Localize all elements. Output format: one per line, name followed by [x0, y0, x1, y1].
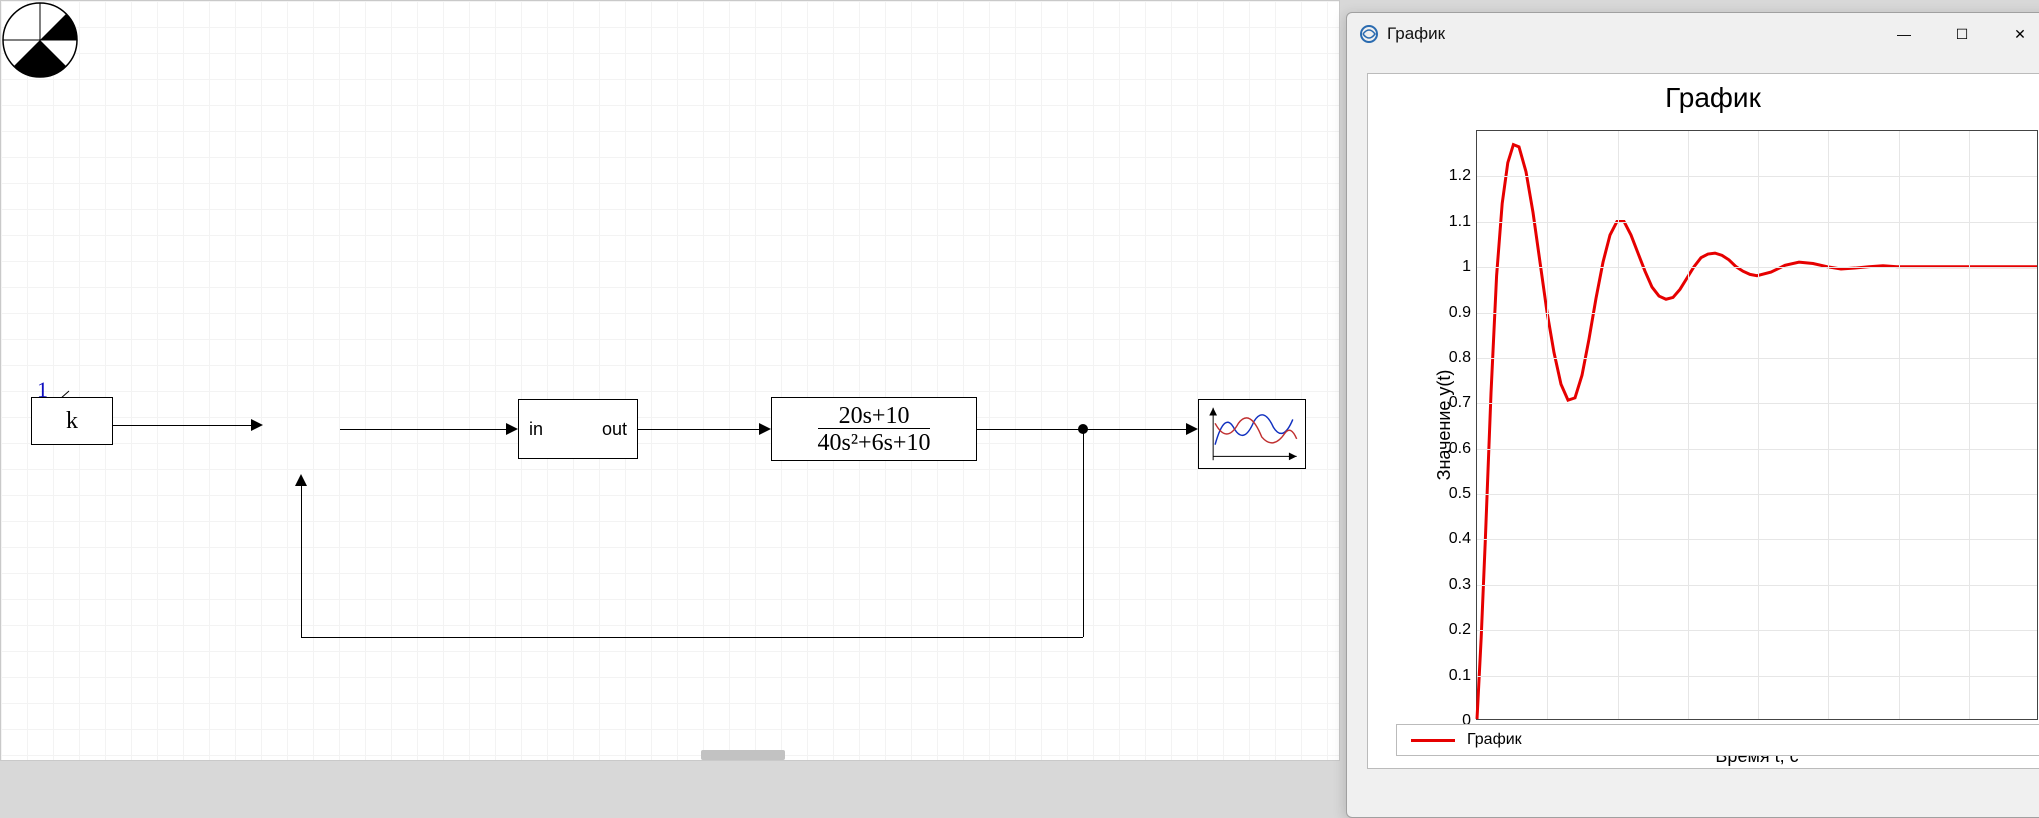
- gridline: [1477, 222, 2037, 223]
- subsystem-block[interactable]: in out: [518, 399, 638, 459]
- y-tick-label: 0.1: [1449, 667, 1477, 685]
- wire: [340, 429, 508, 430]
- tf-denominator: 40s²+6s+10: [818, 428, 931, 455]
- minimize-icon: —: [1897, 26, 1911, 42]
- legend: График: [1396, 724, 2039, 756]
- y-tick-label: 0.8: [1449, 349, 1477, 367]
- close-button[interactable]: ✕: [1991, 14, 2039, 54]
- arrow-icon: [506, 423, 518, 435]
- chart-title: График: [1368, 82, 2039, 114]
- gridline: [1477, 630, 2037, 631]
- y-tick-label: 0.5: [1449, 485, 1477, 503]
- gridline: [1477, 585, 2037, 586]
- inport-label: in: [529, 419, 543, 440]
- legend-label: График: [1467, 731, 1522, 749]
- wire: [1083, 429, 1084, 637]
- constant-block[interactable]: k: [31, 397, 113, 445]
- y-tick-label: 0.4: [1449, 530, 1477, 548]
- plot-figure: График Значение y(t) Время t, с 05101520…: [1367, 73, 2039, 769]
- y-tick-label: 1: [1462, 258, 1477, 276]
- arrow-icon: [1186, 423, 1198, 435]
- window-title: График: [1387, 24, 1875, 44]
- y-tick-label: 0.7: [1449, 394, 1477, 412]
- outport-label: out: [602, 419, 627, 440]
- transfer-function-block[interactable]: 20s+10 40s²+6s+10: [771, 397, 977, 461]
- wire: [301, 637, 1083, 638]
- sum-icon: [1, 1, 79, 79]
- y-tick-label: 0.9: [1449, 304, 1477, 322]
- minimize-button[interactable]: —: [1875, 14, 1933, 54]
- gridline: [1477, 676, 2037, 677]
- gridline: [1477, 539, 2037, 540]
- wire: [113, 425, 253, 426]
- horizontal-scroll-thumb[interactable]: [701, 750, 785, 760]
- scope-block[interactable]: [1198, 399, 1306, 469]
- y-tick-label: 0.3: [1449, 576, 1477, 594]
- gridline: [1477, 494, 2037, 495]
- window-titlebar[interactable]: График — ☐ ✕: [1347, 13, 2039, 55]
- arrow-icon: [759, 423, 771, 435]
- model-canvas[interactable]: 1 k in out 20s+10 40s²+6s+10: [0, 0, 1340, 761]
- constant-label: k: [66, 408, 78, 435]
- chart-axes[interactable]: Значение y(t) Время t, с 051015202530354…: [1476, 130, 2038, 720]
- tf-numerator: 20s+10: [839, 404, 910, 428]
- gridline: [1477, 176, 2037, 177]
- wire: [301, 486, 302, 638]
- gridline: [1477, 313, 2037, 314]
- app-icon: [1359, 24, 1379, 44]
- gridline: [1477, 449, 2037, 450]
- arrow-icon: [251, 419, 263, 431]
- gridline: [1477, 358, 2037, 359]
- y-tick-label: 0.2: [1449, 621, 1477, 639]
- maximize-icon: ☐: [1956, 26, 1969, 43]
- wire: [638, 429, 760, 430]
- y-tick-label: 1.2: [1449, 167, 1477, 185]
- arrow-icon: [295, 474, 307, 486]
- y-tick-label: 0.6: [1449, 440, 1477, 458]
- maximize-button[interactable]: ☐: [1933, 14, 1991, 54]
- close-icon: ✕: [2014, 26, 2026, 43]
- legend-swatch: [1411, 739, 1455, 742]
- gridline: [1477, 403, 2037, 404]
- sum-block[interactable]: [1, 1, 79, 79]
- plot-window[interactable]: График — ☐ ✕ График Значение y(t) Время …: [1346, 12, 2039, 818]
- scope-icon: [1199, 400, 1305, 468]
- y-tick-label: 1.1: [1449, 213, 1477, 231]
- y-axis-label: Значение y(t): [1434, 370, 1455, 481]
- gridline: [1477, 267, 2037, 268]
